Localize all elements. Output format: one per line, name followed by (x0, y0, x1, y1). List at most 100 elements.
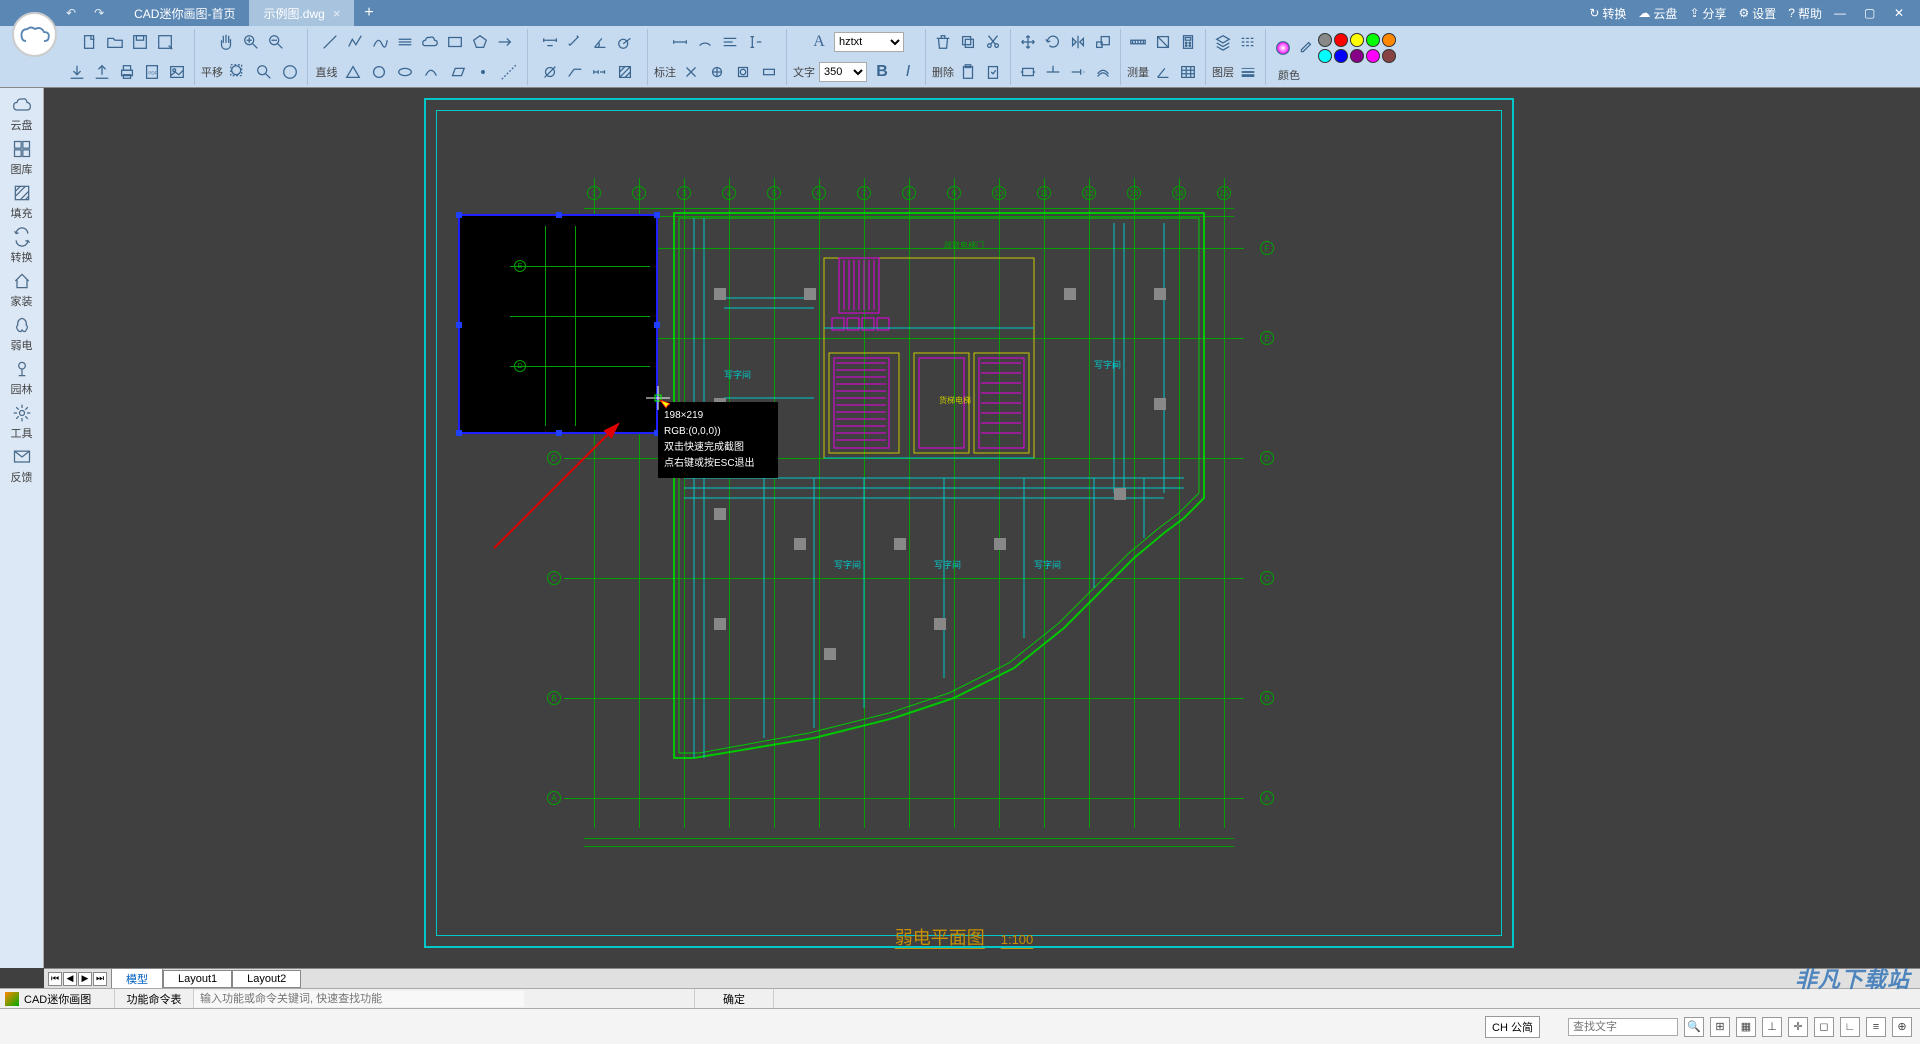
find-text-input[interactable] (1568, 1018, 1678, 1036)
minimize-button[interactable]: — (1834, 6, 1852, 20)
arc-icon[interactable] (420, 61, 442, 83)
sidebar-fill[interactable]: 填充 (2, 182, 42, 222)
elevation-icon[interactable] (744, 31, 766, 53)
cloud-button[interactable]: ☁ 云盘 (1638, 5, 1677, 22)
redo-button[interactable]: ↷ (88, 4, 110, 22)
color-swatches[interactable] (1316, 31, 1400, 65)
layer-icon[interactable] (1212, 31, 1234, 53)
cloud-icon[interactable] (419, 31, 441, 53)
new-tab-button[interactable]: + (354, 0, 383, 26)
undo-button[interactable]: ↶ (60, 4, 82, 22)
zoom-preview-box[interactable]: E D (458, 214, 658, 434)
linetype-icon[interactable] (1237, 31, 1259, 53)
ok-button[interactable]: 确定 (694, 989, 774, 1009)
scale-icon[interactable] (1092, 31, 1114, 53)
layout2-tab[interactable]: Layout2 (232, 970, 301, 988)
tab-home[interactable]: CAD迷你画图-首页 (120, 0, 249, 26)
extend-icon[interactable] (1067, 61, 1089, 83)
polygon-icon[interactable] (469, 31, 491, 53)
import-icon[interactable] (66, 61, 88, 83)
spline-icon[interactable] (369, 31, 391, 53)
image-icon[interactable] (166, 61, 188, 83)
snap-grid-icon[interactable]: ⊞ (1710, 1017, 1730, 1037)
dim-linear-icon[interactable] (539, 31, 561, 53)
layout-prev-icon[interactable]: ◀ (63, 972, 77, 986)
fontsize-select[interactable]: 350 (819, 62, 867, 82)
hatch-icon[interactable] (614, 61, 636, 83)
trim-icon[interactable] (1042, 61, 1064, 83)
ortho-icon[interactable]: ⊥ (1762, 1017, 1782, 1037)
measure-area-icon[interactable] (1152, 31, 1174, 53)
sidebar-elec[interactable]: 弱电 (2, 314, 42, 354)
zoom-out-icon[interactable] (265, 31, 287, 53)
zoom-in-icon[interactable] (240, 31, 262, 53)
annotate-icon[interactable] (669, 31, 691, 53)
leader-icon[interactable] (564, 61, 586, 83)
layout-first-icon[interactable]: ⏮ (48, 972, 62, 986)
dim-tool1-icon[interactable] (680, 61, 702, 83)
dim-tool4-icon[interactable] (758, 61, 780, 83)
convert-button[interactable]: ↻ 转换 (1589, 5, 1626, 22)
ellipse-icon[interactable] (394, 61, 416, 83)
command-list-button[interactable]: 功能命令表 (114, 989, 194, 1009)
offset-icon[interactable] (1092, 61, 1114, 83)
zoom-all-icon[interactable] (279, 61, 301, 83)
dim-diameter-icon[interactable] (539, 61, 561, 83)
dim-radius-icon[interactable] (614, 31, 636, 53)
move-icon[interactable] (1017, 31, 1039, 53)
saveas-icon[interactable] (154, 31, 176, 53)
lineweight-toggle-icon[interactable]: ≡ (1866, 1017, 1886, 1037)
color-wheel-icon[interactable] (1272, 37, 1294, 59)
polyline-icon[interactable] (344, 31, 366, 53)
delete-icon[interactable] (932, 31, 954, 53)
pdf-icon[interactable]: PDF (141, 61, 163, 83)
pan-icon[interactable] (215, 31, 237, 53)
save-file-icon[interactable] (129, 31, 151, 53)
cut-icon[interactable] (982, 31, 1004, 53)
dim-aligned-icon[interactable] (564, 31, 586, 53)
rect-icon[interactable] (444, 31, 466, 53)
rotate-icon[interactable] (1042, 31, 1064, 53)
multiline-icon[interactable] (394, 31, 416, 53)
ime-indicator[interactable]: CH 公简 (1485, 1016, 1540, 1038)
tab-close-icon[interactable]: × (333, 6, 341, 21)
sidebar-tools[interactable]: 工具 (2, 402, 42, 442)
calc-icon[interactable] (1177, 31, 1199, 53)
sidebar-feedback[interactable]: 反馈 (2, 446, 42, 486)
arrow-icon[interactable] (494, 31, 516, 53)
export-icon[interactable] (91, 61, 113, 83)
snap-toggle-icon[interactable]: ▦ (1736, 1017, 1756, 1037)
dynamic-input-icon[interactable]: ⊕ (1892, 1017, 1912, 1037)
table-icon[interactable] (1177, 61, 1199, 83)
copy-icon[interactable] (957, 31, 979, 53)
zoom-window-icon[interactable] (253, 61, 275, 83)
maximize-button[interactable]: ▢ (1864, 6, 1882, 20)
measure-angle-icon[interactable] (1152, 61, 1174, 83)
dim-continue-icon[interactable] (589, 61, 611, 83)
measure-dist-icon[interactable] (1127, 31, 1149, 53)
italic-button[interactable]: I (897, 61, 919, 83)
otrack-icon[interactable]: ∟ (1840, 1017, 1860, 1037)
lineweight-icon[interactable] (1237, 61, 1259, 83)
sidebar-garden[interactable]: 园林 (2, 358, 42, 398)
command-input[interactable] (194, 991, 524, 1007)
dim-tool2-icon[interactable] (706, 61, 728, 83)
sidebar-cloud[interactable]: 云盘 (2, 94, 42, 134)
line-icon[interactable] (319, 31, 341, 53)
settings-button[interactable]: ⚙ 设置 (1739, 5, 1777, 22)
zoom-extents-icon[interactable] (227, 61, 249, 83)
color-picker-icon[interactable] (1294, 37, 1316, 59)
mirror-icon[interactable] (1067, 31, 1089, 53)
tab-drawing[interactable]: 示例图.dwg × (249, 0, 354, 26)
dim-angular-icon[interactable] (589, 31, 611, 53)
layout-next-icon[interactable]: ▶ (78, 972, 92, 986)
help-button[interactable]: ? 帮助 (1788, 5, 1822, 22)
text-icon[interactable]: A (808, 31, 830, 53)
sidebar-library[interactable]: 图库 (2, 138, 42, 178)
text-leader-icon[interactable] (719, 31, 741, 53)
circle-icon[interactable] (368, 61, 390, 83)
dim-arc-icon[interactable] (694, 31, 716, 53)
paste-icon[interactable] (957, 61, 979, 83)
drawing-canvas[interactable]: 1 2 3 4 5 6 7 8 9 10 11 12 13 14 15 A B … (44, 88, 1920, 968)
app-logo[interactable] (12, 12, 57, 57)
